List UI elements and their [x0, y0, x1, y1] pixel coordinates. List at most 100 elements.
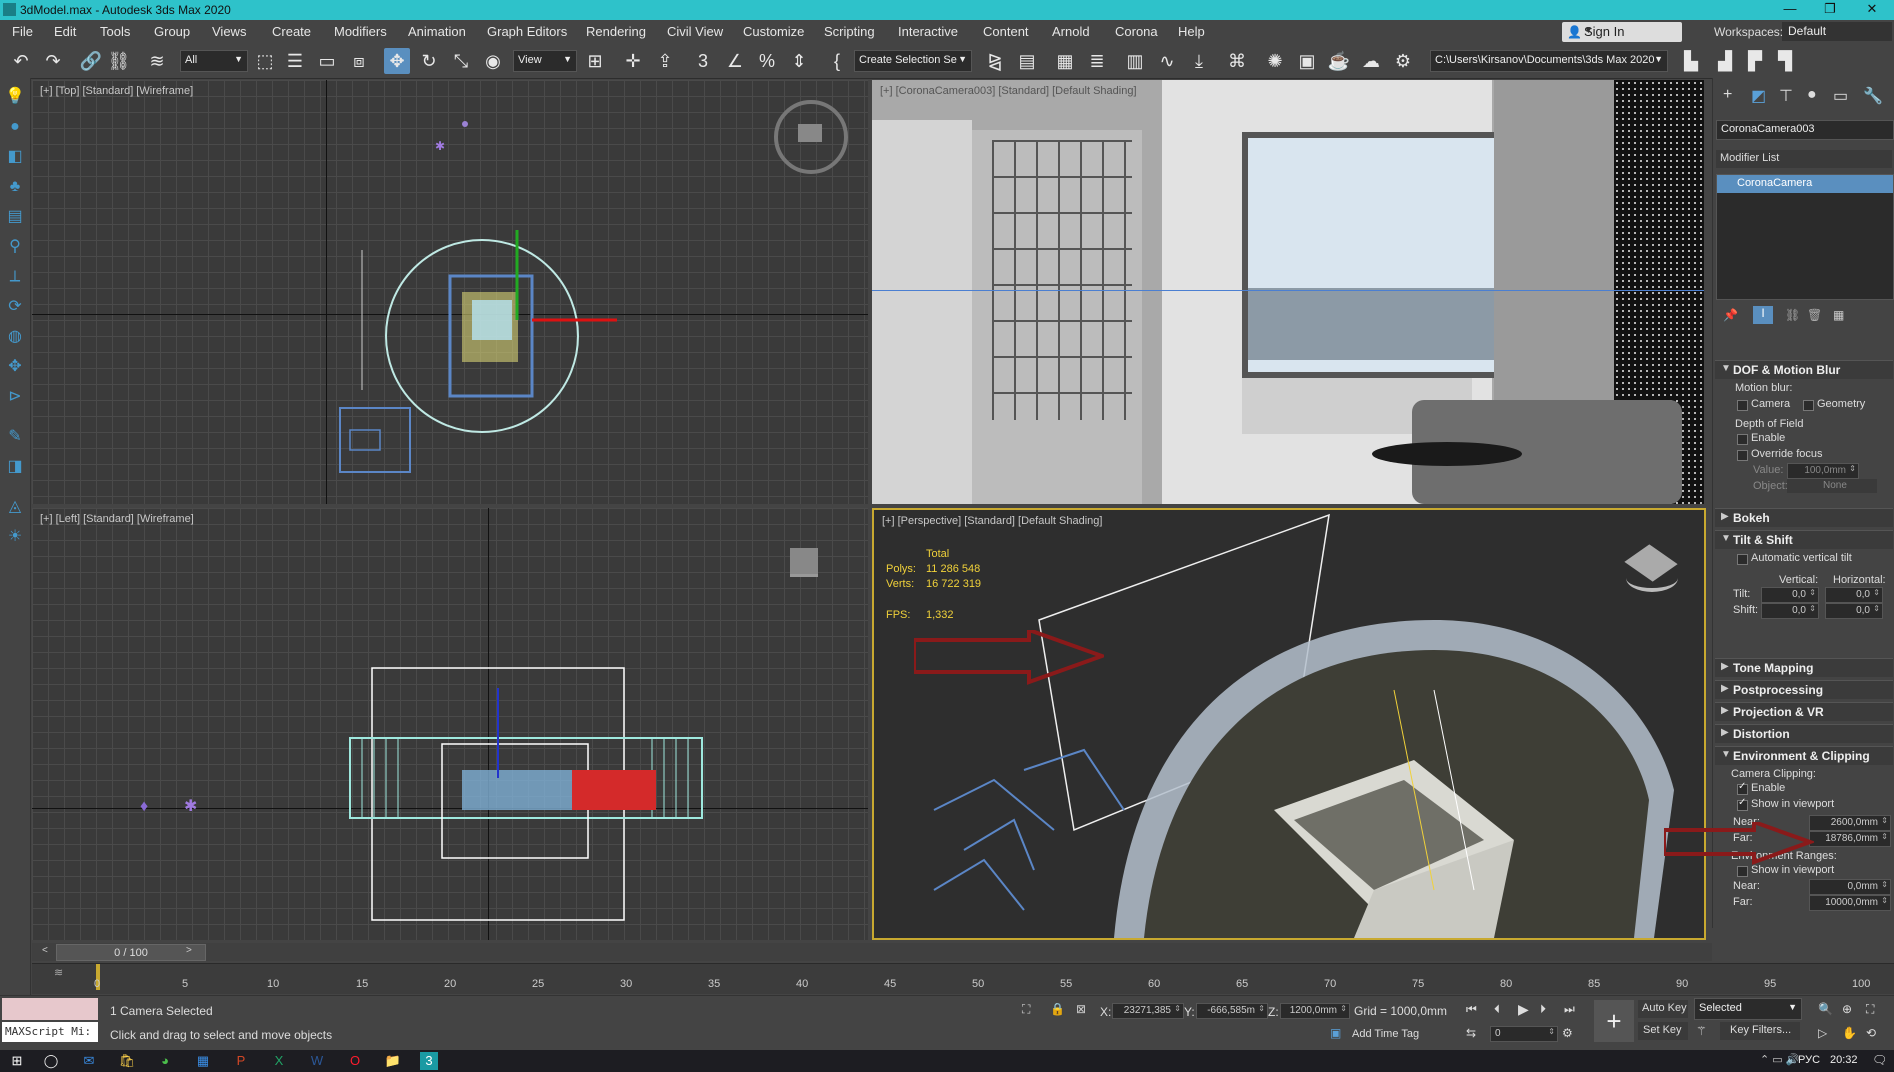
project-templates-icon[interactable]: ▛	[1742, 48, 1768, 74]
auto-key-button[interactable]: Auto Key	[1638, 1000, 1688, 1018]
lightbulb-icon[interactable]: ☀	[4, 526, 26, 548]
rotate-view-icon[interactable]: ⟳	[4, 296, 26, 318]
viewport-label-perspective[interactable]: [+] [Perspective] [Standard] [Default Sh…	[882, 515, 1102, 527]
close-button[interactable]: ✕	[1852, 1, 1892, 19]
hierarchy-tab-icon[interactable]: ⊤	[1779, 86, 1793, 106]
undo-icon[interactable]: ↶	[8, 48, 34, 74]
render-setup-icon[interactable]: ▣	[1294, 48, 1320, 74]
configure-sets-icon[interactable]: ▦	[1833, 308, 1844, 322]
key-filters-button[interactable]: Key Filters...	[1720, 1022, 1800, 1040]
focus-value-spinner[interactable]: 100,0mm ⇕	[1787, 463, 1859, 479]
menu-civil-view[interactable]: Civil View	[667, 24, 723, 39]
distortion-rollout-header[interactable]: ▶ Distortion	[1715, 724, 1893, 743]
menu-rendering[interactable]: Rendering	[586, 24, 646, 39]
notifications-icon[interactable]: 🗨	[1872, 1053, 1887, 1067]
start-icon[interactable]: ⊞	[8, 1052, 26, 1070]
select-and-place-icon[interactable]: ◉	[480, 48, 506, 74]
render-icon[interactable]: ◍	[4, 326, 26, 348]
sequence-icon[interactable]: ⊳	[4, 386, 26, 408]
utilities-tab-icon[interactable]: 🔧	[1863, 86, 1883, 106]
spinner-snap-icon[interactable]: ⇕	[786, 48, 812, 74]
menu-content[interactable]: Content	[983, 24, 1029, 39]
camera-blur-checkbox[interactable]	[1737, 400, 1748, 411]
project-settings-icon[interactable]: ▜	[1772, 48, 1798, 74]
excel-icon[interactable]: X	[270, 1052, 288, 1070]
next-frame-icon[interactable]: ⏵	[1540, 1002, 1546, 1017]
scene-explorer-icon[interactable]: ▦	[1052, 48, 1078, 74]
file-explorer-icon[interactable]: 📁	[384, 1052, 402, 1070]
current-frame-field[interactable]: 0 ⇕	[1490, 1026, 1558, 1042]
window-crossing-icon[interactable]: ⧈	[346, 48, 372, 74]
adjust-icon[interactable]: ◨	[4, 456, 26, 478]
zoom-extents-icon[interactable]: ⛶	[1866, 1002, 1874, 1017]
shift-vertical-spinner[interactable]: 0,0 ⇕	[1761, 603, 1819, 619]
chrome-icon[interactable]: ◕	[156, 1052, 174, 1070]
search-icon[interactable]: ◯	[42, 1052, 60, 1070]
tilt-horizontal-spinner[interactable]: 0,0 ⇕	[1825, 587, 1883, 603]
add-time-tag[interactable]: Add Time Tag	[1352, 1028, 1419, 1040]
menu-views[interactable]: Views	[212, 24, 246, 39]
object-name-field[interactable]: CoronaCamera003	[1716, 120, 1894, 140]
minimize-button[interactable]: —	[1770, 1, 1810, 19]
time-slider-next-icon[interactable]: >	[186, 945, 192, 956]
redo-icon[interactable]: ↷	[40, 48, 66, 74]
mail-icon[interactable]: ✉	[80, 1052, 98, 1070]
render-iterative-icon[interactable]: ⚙	[1390, 48, 1416, 74]
key-mode-toggle-icon[interactable]: ⚚	[1696, 1024, 1707, 1038]
menu-file[interactable]: File	[12, 24, 33, 39]
select-and-move-icon[interactable]: ✥	[384, 48, 410, 74]
select-and-rotate-icon[interactable]: ↻	[416, 48, 442, 74]
menu-animation[interactable]: Animation	[408, 24, 466, 39]
unlink-icon[interactable]: ⛓	[106, 48, 132, 74]
viewport-camera[interactable]: [+] [CoronaCamera003] [Standard] [Defaul…	[872, 80, 1704, 504]
render-production-icon[interactable]: ☁	[1358, 48, 1384, 74]
postprocessing-rollout-header[interactable]: ▶ Postprocessing	[1715, 680, 1893, 699]
dope-sheet-icon[interactable]: ⤓	[1186, 48, 1212, 74]
isolate-selection-icon[interactable]: ⛶	[1022, 1002, 1030, 1017]
menu-help[interactable]: Help	[1178, 24, 1205, 39]
link-icon[interactable]: 🔗	[78, 48, 104, 74]
play-icon[interactable]: ▶	[1518, 1001, 1529, 1018]
create-tab-icon[interactable]: +	[1723, 86, 1732, 104]
create-light-icon[interactable]: 💡	[4, 86, 26, 108]
pivot-center-icon[interactable]: ⊞	[582, 48, 608, 74]
select-by-name-icon[interactable]: ☰	[282, 48, 308, 74]
reference-coordinate-dropdown[interactable]: View ▼	[513, 50, 577, 72]
ribbon-toggle-icon[interactable]: ▥	[1122, 48, 1148, 74]
rectangular-selection-icon[interactable]: ▭	[314, 48, 340, 74]
time-slider-prev-icon[interactable]: <	[42, 945, 48, 956]
clip-near-spinner[interactable]: 2600,0mm ⇕	[1809, 815, 1891, 831]
viewport-perspective[interactable]: [+] [Perspective] [Standard] [Default Sh…	[872, 508, 1706, 940]
projection-vr-rollout-header[interactable]: ▶ Projection & VR	[1715, 702, 1893, 721]
go-to-start-icon[interactable]: ⏮	[1466, 1002, 1477, 1017]
viewcube-left[interactable]	[790, 548, 818, 577]
menu-edit[interactable]: Edit	[54, 24, 76, 39]
menu-tools[interactable]: Tools	[100, 24, 130, 39]
dof-rollout-header[interactable]: ▼ DOF & Motion Blur	[1715, 360, 1893, 379]
orbit-icon[interactable]: ⟲	[1866, 1026, 1876, 1040]
key-selection-dropdown[interactable]: Selected ▼	[1694, 998, 1802, 1020]
select-manipulate-icon[interactable]: ✛	[620, 48, 646, 74]
menu-interactive[interactable]: Interactive	[898, 24, 958, 39]
percent-snap-icon[interactable]: %	[754, 48, 780, 74]
modifier-stack-item[interactable]: CoronaCamera	[1717, 175, 1893, 193]
env-show-viewport-checkbox[interactable]	[1737, 866, 1748, 877]
show-end-result-icon[interactable]: I	[1753, 306, 1773, 324]
tilt-vertical-spinner[interactable]: 0,0 ⇕	[1761, 587, 1819, 603]
time-config-icon[interactable]: ⚙	[1562, 1026, 1573, 1040]
powerpoint-icon[interactable]: P	[232, 1052, 250, 1070]
create-project-icon[interactable]: ▙	[1678, 48, 1704, 74]
time-tag-icon[interactable]: ▣	[1330, 1026, 1341, 1040]
time-slider-thumb[interactable]: 0 / 100	[56, 944, 206, 961]
viewcube-top[interactable]	[774, 100, 848, 174]
align-icon[interactable]: ▤	[1014, 48, 1040, 74]
override-focus-checkbox[interactable]	[1737, 450, 1748, 461]
sphere-icon[interactable]: ●	[4, 116, 26, 138]
layer-explorer-icon[interactable]: ≣	[1084, 48, 1110, 74]
go-to-end-icon[interactable]: ⏭	[1564, 1002, 1575, 1017]
populate-icon[interactable]: ♣	[4, 176, 26, 198]
set-key-button[interactable]: Set Key	[1638, 1022, 1688, 1040]
zoom-icon[interactable]: 🔍	[1818, 1002, 1833, 1016]
make-unique-icon[interactable]: ⛓	[1785, 308, 1800, 322]
display-tab-icon[interactable]: ▭	[1833, 86, 1848, 106]
